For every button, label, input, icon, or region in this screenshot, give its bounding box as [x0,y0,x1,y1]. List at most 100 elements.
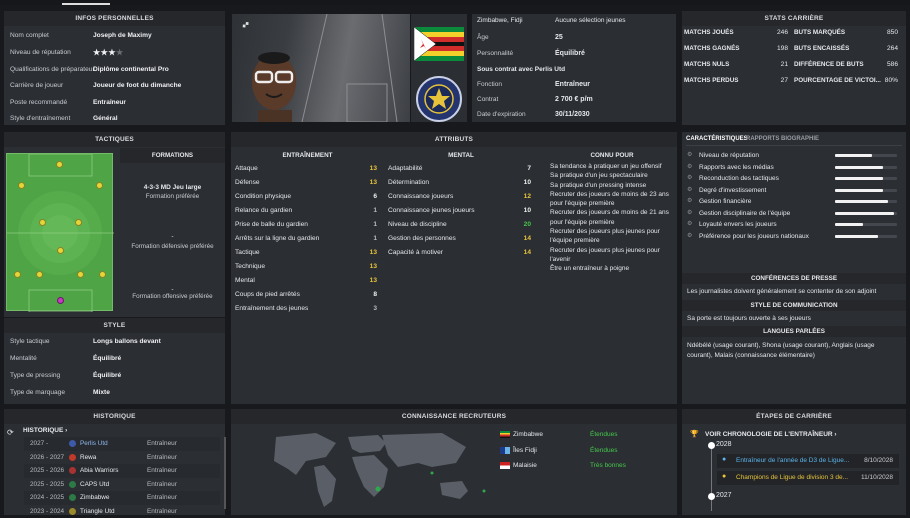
attributes-header: ATTRIBUTS [231,132,677,147]
gear-icon: ⚙ [687,173,692,185]
attribute-name: Niveau de discipline [388,221,447,228]
player-dot [36,271,43,278]
stat-label: BUTS ENCAISSÉS [794,45,849,52]
tab-reports[interactable]: RAPPORTS [746,136,779,142]
history-club[interactable]: CAPS Utd [80,478,109,492]
attribute-row: Tactique13 [235,246,377,260]
club-badge-icon [69,494,76,501]
history-row[interactable]: 2024 - 2025ZimbabweEntraîneur [24,491,220,505]
characteristic-label: Gestion disciplinaire de l'équipe [699,208,790,220]
attribute-value: 13 [370,260,377,274]
style-header: STYLE [4,318,225,333]
expiry-label: Date d'expiration [477,111,526,118]
history-row[interactable]: 2027 -Perlis UtdEntraîneur [24,437,220,451]
characteristic-bar [835,189,883,192]
history-years: 2025 - 2025 [30,478,64,492]
attribute-row: Technique13 [235,260,377,274]
club-badge-icon [69,467,76,474]
contract-club-link[interactable]: Sous contrat avec Perlis Utd [477,66,565,73]
milestone-item[interactable]: ● Champions de Ligue de division 3 de...… [717,471,899,485]
attribute-value: 8 [373,288,377,302]
mental-header: MENTAL [386,152,536,159]
offensive-formation-label: Formation offensive préférée [120,293,225,300]
player-dot [14,271,21,278]
info-row: Niveau de réputation★★★★ [4,45,225,61]
contract-panel: Zimbabwe, Fidji Aucune sélection jeunes … [472,14,676,122]
player-dot [57,247,64,254]
tactics-header: TACTIQUES [4,132,225,147]
stat-value: 850 [852,29,898,36]
attribute-value: 13 [370,246,377,260]
club-badge-icon [69,440,76,447]
timeline-link[interactable]: VOIR CHRONOLOGIE DE L'ENTRAÎNEUR › [705,431,837,438]
training-attribute-list: Attaque13Défense13Condition physique6Rel… [235,162,377,316]
attribute-name: Relance du gardien [235,207,292,214]
country-flag-icon [500,447,510,454]
history-club[interactable]: Triangle Utd [80,505,115,518]
attribute-value: 13 [370,162,377,176]
year-marker [708,493,715,500]
expiry-value: 30/11/2030 [555,111,590,118]
country-flag-icon [500,431,510,438]
characteristic-label: Niveau de réputation [699,150,759,162]
stat-value: 198 [742,45,788,52]
characteristic-bar [835,177,883,180]
info-icon: ● [722,456,726,463]
history-club[interactable]: Rewa [80,451,96,465]
preferred-formation-label: Formation préférée [120,193,225,200]
refresh-icon[interactable]: ⟳ [7,428,14,437]
attribute-value: 7 [527,162,531,176]
defensive-formation-label: Formation défensive préférée [120,243,225,250]
history-years: 2027 - [30,437,48,451]
history-role: Entraîneur [147,505,177,518]
history-row[interactable]: 2023 - 2024Triangle UtdEntraîneur [24,505,220,518]
info-row: Qualifications de préparateurDiplôme con… [4,62,225,78]
scouting-row: ZimbabweÉtendues [500,427,670,443]
stat-value: 246 [742,29,788,36]
history-row[interactable]: 2025 - 2026Abia WarriorsEntraîneur [24,464,220,478]
preferred-formation[interactable]: 4-3-3 MD Jeu large [120,184,225,191]
history-row[interactable]: 2026 - 2027RewaEntraîneur [24,451,220,465]
attribute-value: 3 [373,302,377,316]
tab-biography[interactable]: BIOGRAPHIE [781,136,819,142]
scrollbar[interactable] [224,437,226,509]
active-tab-indicator [62,3,110,5]
manager-photo: ◆◆ [232,14,410,122]
attribute-value: 10 [524,204,531,218]
personality-value: Équilibré [555,50,585,57]
known-for-text: Sa tendance à pratiquer un jeu offensif … [550,162,674,274]
year-2027: 2027 [716,492,732,499]
attribute-value: 10 [524,176,531,190]
player-dot [96,182,103,189]
nationality: Zimbabwe, Fidji [477,17,523,24]
attribute-value: 1 [373,232,377,246]
characteristic-label: Préférence pour les joueurs nationaux [699,231,809,243]
history-club[interactable]: Zimbabwe [80,491,109,505]
flags-panel [411,14,467,122]
characteristic-row: ⚙Gestion financière [687,196,901,208]
characteristic-bar [835,235,878,238]
history-club[interactable]: Perlis Utd [80,437,108,451]
history-link[interactable]: HISTORIQUE › [23,427,67,434]
gear-icon: ⚙ [687,150,692,162]
stat-value: 27 [742,77,788,84]
characteristic-bar [835,223,863,226]
milestones-header: ÉTAPES DE CARRIÈRE [682,409,906,424]
attribute-row: Gestion des personnes14 [388,232,531,246]
milestone-item[interactable]: ● Entraîneur de l'année de D3 de Ligue..… [717,454,899,468]
history-row[interactable]: 2025 - 2025CAPS UtdEntraîneur [24,478,220,492]
history-club[interactable]: Abia Warriors [80,464,118,478]
characteristic-row: ⚙Rapports avec les médias [687,162,901,174]
formations-header: FORMATIONS [120,148,225,163]
stat-value: 21 [742,61,788,68]
history-role: Entraîneur [147,491,177,505]
attribute-name: Connaissance joueurs [388,193,453,200]
history-role: Entraîneur [147,464,177,478]
scouting-header: CONNAISSANCE RECRUTEURS [231,409,677,424]
known-for-header: CONNU POUR [547,152,677,159]
attribute-row: Défense13 [235,176,377,190]
attribute-name: Attaque [235,165,258,172]
characteristic-label: Degré d'investissement [699,185,766,197]
tab-characteristics[interactable]: CARACTÉRISTIQUES [686,136,748,142]
characteristic-bar [835,200,888,203]
